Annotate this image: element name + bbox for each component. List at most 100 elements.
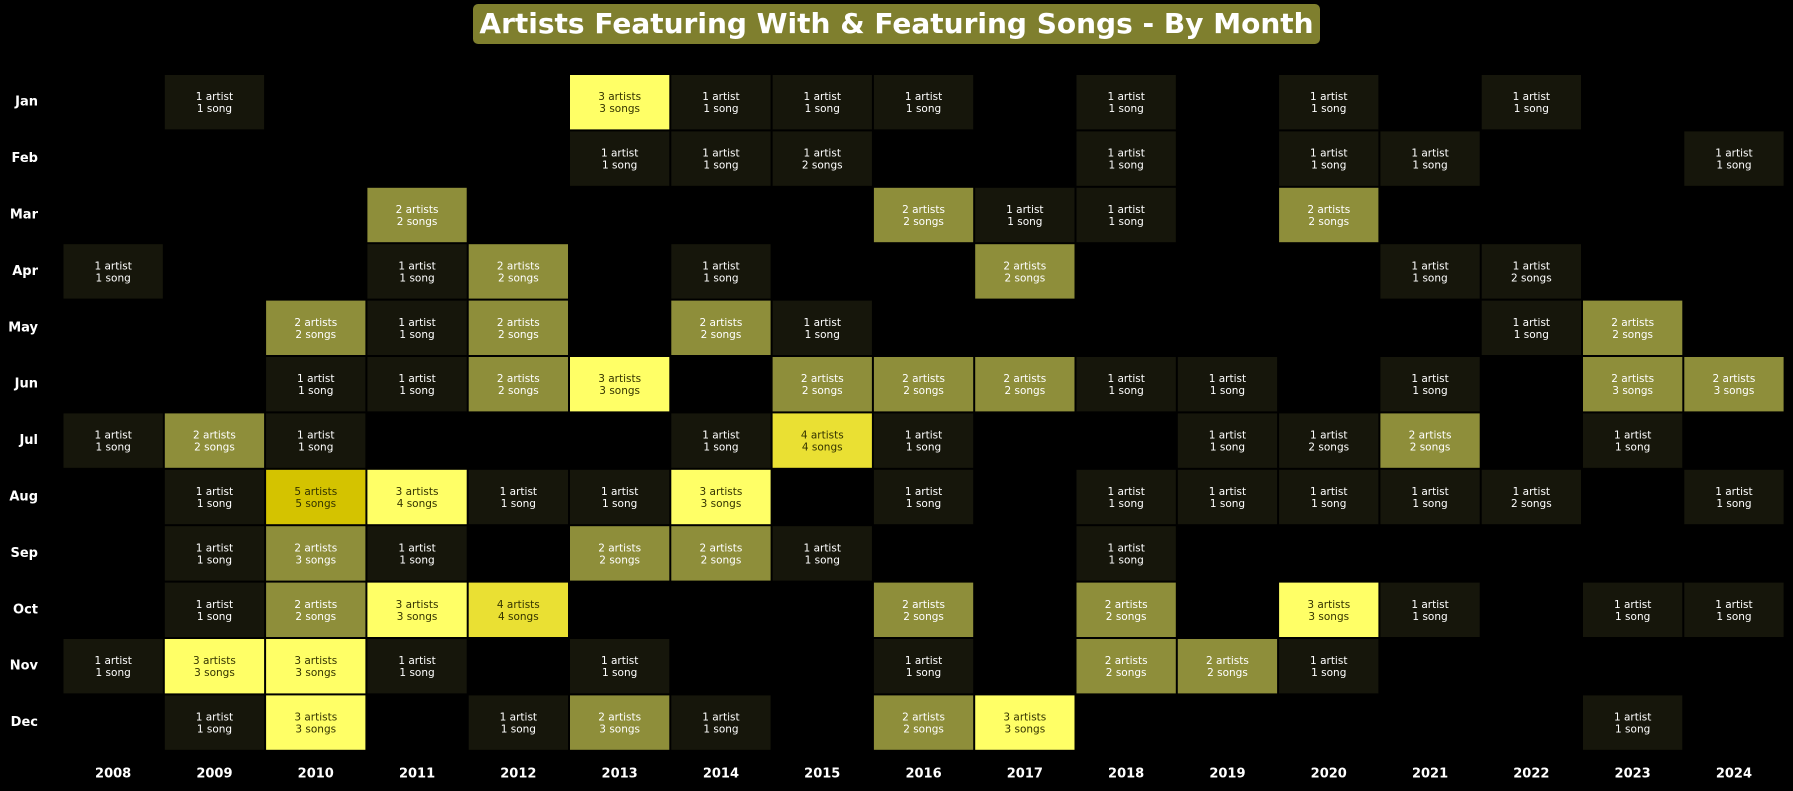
heatmap-cell-apr-2008: 1 artist1 song xyxy=(63,244,163,299)
cell-label-songs: 2 songs xyxy=(903,611,944,623)
cell-label-songs: 2 songs xyxy=(1410,442,1451,454)
heatmap-cell-jan-2013: 3 artists3 songs xyxy=(570,75,670,130)
cell-label-artists: 1 artist xyxy=(1715,599,1752,611)
cell-label-songs: 2 songs xyxy=(903,385,944,397)
cell-label-artists: 2 artists xyxy=(1105,599,1148,611)
cell-label-songs: 1 song xyxy=(1210,442,1245,454)
cell-label-songs: 2 songs xyxy=(1207,667,1248,679)
cell-label-songs: 1 song xyxy=(1210,385,1245,397)
cell-label-artists: 2 artists xyxy=(497,373,540,385)
cell-label-artists: 2 artists xyxy=(598,542,641,554)
heatmap-cell-mar-2017: 1 artist1 song xyxy=(975,187,1075,243)
heatmap-cell-jun-2011: 1 artist1 song xyxy=(367,357,467,412)
heatmap-cell-may-2014: 2 artists2 songs xyxy=(671,300,771,355)
heatmap-cell-aug-2014: 3 artists3 songs xyxy=(671,469,771,525)
cell-label-artists: 3 artists xyxy=(700,486,743,498)
month-label-aug: Aug xyxy=(9,490,38,505)
cell-label-artists: 2 artists xyxy=(902,373,945,385)
heatmap-cell-nov-2020: 1 artist1 song xyxy=(1279,639,1379,694)
cell-label-songs: 1 song xyxy=(1615,442,1650,454)
cell-label-artists: 1 artist xyxy=(1107,373,1144,385)
cell-label-artists: 1 artist xyxy=(1310,148,1347,160)
cell-label-artists: 1 artist xyxy=(94,260,131,272)
heatmap-cell-apr-2017: 2 artists2 songs xyxy=(975,244,1075,299)
heatmap-cell-jan-2009: 1 artist1 song xyxy=(164,75,265,130)
cell-label-artists: 2 artists xyxy=(1206,655,1249,667)
cell-label-artists: 3 artists xyxy=(294,712,337,724)
year-label-2019: 2019 xyxy=(1209,767,1245,782)
heatmap-cell-jun-2017: 2 artists2 songs xyxy=(975,357,1075,412)
cell-label-songs: 2 songs xyxy=(1004,385,1045,397)
cell-label-songs: 3 songs xyxy=(599,385,640,397)
cell-label-songs: 1 song xyxy=(197,611,232,623)
cell-label-artists: 2 artists xyxy=(700,542,743,554)
heatmap-cell-may-2022: 1 artist1 song xyxy=(1481,300,1581,355)
year-label-2009: 2009 xyxy=(196,767,232,782)
heatmap-cell-aug-2016: 1 artist1 song xyxy=(873,469,974,525)
heatmap-cell-oct-2010: 2 artists2 songs xyxy=(266,582,366,637)
heatmap-cell-jun-2021: 1 artist1 song xyxy=(1380,357,1480,412)
cell-label-songs: 1 song xyxy=(399,329,434,341)
cell-label-songs: 2 songs xyxy=(802,160,843,172)
heatmap-cell-jun-2012: 2 artists2 songs xyxy=(468,357,568,412)
cell-label-songs: 1 song xyxy=(703,272,738,284)
cell-label-songs: 1 song xyxy=(703,724,738,736)
cell-label-songs: 1 song xyxy=(805,329,840,341)
heatmap-cell-nov-2011: 1 artist1 song xyxy=(367,639,467,694)
year-label-2023: 2023 xyxy=(1615,767,1651,782)
cell-label-songs: 2 songs xyxy=(1004,272,1045,284)
year-label-2008: 2008 xyxy=(95,767,131,782)
heatmap-cell-jun-2016: 2 artists2 songs xyxy=(873,357,974,412)
heatmap-cell-jul-2020: 1 artist2 songs xyxy=(1279,413,1379,468)
cell-label-songs: 2 songs xyxy=(903,724,944,736)
cell-label-artists: 3 artists xyxy=(598,91,641,103)
cell-label-artists: 1 artist xyxy=(1614,599,1651,611)
cell-label-songs: 2 songs xyxy=(397,216,438,228)
cell-label-songs: 1 song xyxy=(501,724,536,736)
cell-label-artists: 2 artists xyxy=(294,317,337,329)
cell-label-artists: 1 artist xyxy=(196,91,233,103)
year-label-2010: 2010 xyxy=(298,767,334,782)
cell-label-songs: 2 songs xyxy=(498,272,539,284)
cell-label-artists: 3 artists xyxy=(396,486,439,498)
cell-label-artists: 2 artists xyxy=(902,204,945,216)
heatmap-cell-jan-2022: 1 artist1 song xyxy=(1481,75,1581,130)
cell-label-artists: 4 artists xyxy=(801,430,844,442)
heatmap-cell-jun-2018: 1 artist1 song xyxy=(1076,357,1176,412)
cell-label-songs: 2 songs xyxy=(1308,216,1349,228)
heatmap-cell-jan-2018: 1 artist1 song xyxy=(1076,75,1176,130)
cell-label-songs: 4 songs xyxy=(397,498,438,510)
cell-label-songs: 1 song xyxy=(1412,611,1447,623)
cell-label-songs: 2 songs xyxy=(903,216,944,228)
cell-label-artists: 1 artist xyxy=(196,599,233,611)
heatmap-cell-mar-2020: 2 artists2 songs xyxy=(1279,187,1379,243)
cell-label-artists: 2 artists xyxy=(1307,204,1350,216)
heatmap-cell-aug-2024: 1 artist1 song xyxy=(1684,469,1784,525)
heatmap-cell-jul-2019: 1 artist1 song xyxy=(1177,413,1278,468)
heatmap-cell-may-2015: 1 artist1 song xyxy=(772,300,872,355)
cell-label-songs: 2 songs xyxy=(1106,667,1147,679)
cell-label-songs: 1 song xyxy=(1311,498,1346,510)
heatmap-cell-apr-2012: 2 artists2 songs xyxy=(468,244,568,299)
cell-label-artists: 1 artist xyxy=(804,317,841,329)
cell-label-artists: 2 artists xyxy=(294,542,337,554)
cell-label-songs: 3 songs xyxy=(295,667,336,679)
cell-label-artists: 1 artist xyxy=(1411,599,1448,611)
heatmap-cell-oct-2023: 1 artist1 song xyxy=(1583,582,1683,637)
cell-label-artists: 4 artists xyxy=(497,599,540,611)
cell-label-songs: 2 songs xyxy=(1106,611,1147,623)
cell-label-songs: 1 song xyxy=(298,385,333,397)
cell-label-songs: 3 songs xyxy=(599,103,640,115)
heatmap-cell-dec-2012: 1 artist1 song xyxy=(468,695,568,750)
heatmap-cell-aug-2019: 1 artist1 song xyxy=(1177,469,1278,525)
cell-label-songs: 2 songs xyxy=(599,554,640,566)
cell-label-songs: 1 song xyxy=(602,667,637,679)
year-label-2015: 2015 xyxy=(804,767,840,782)
cell-label-artists: 3 artists xyxy=(294,655,337,667)
cell-label-artists: 2 artists xyxy=(598,712,641,724)
heatmap-cell-jan-2016: 1 artist1 song xyxy=(873,75,974,130)
month-labels: Jan Feb Mar Apr May Jun Jul Aug Sep Oct Nov Dec xyxy=(8,95,38,730)
cell-label-songs: 5 songs xyxy=(295,498,336,510)
cell-label-artists: 1 artist xyxy=(702,712,739,724)
cell-label-artists: 1 artist xyxy=(601,655,638,667)
